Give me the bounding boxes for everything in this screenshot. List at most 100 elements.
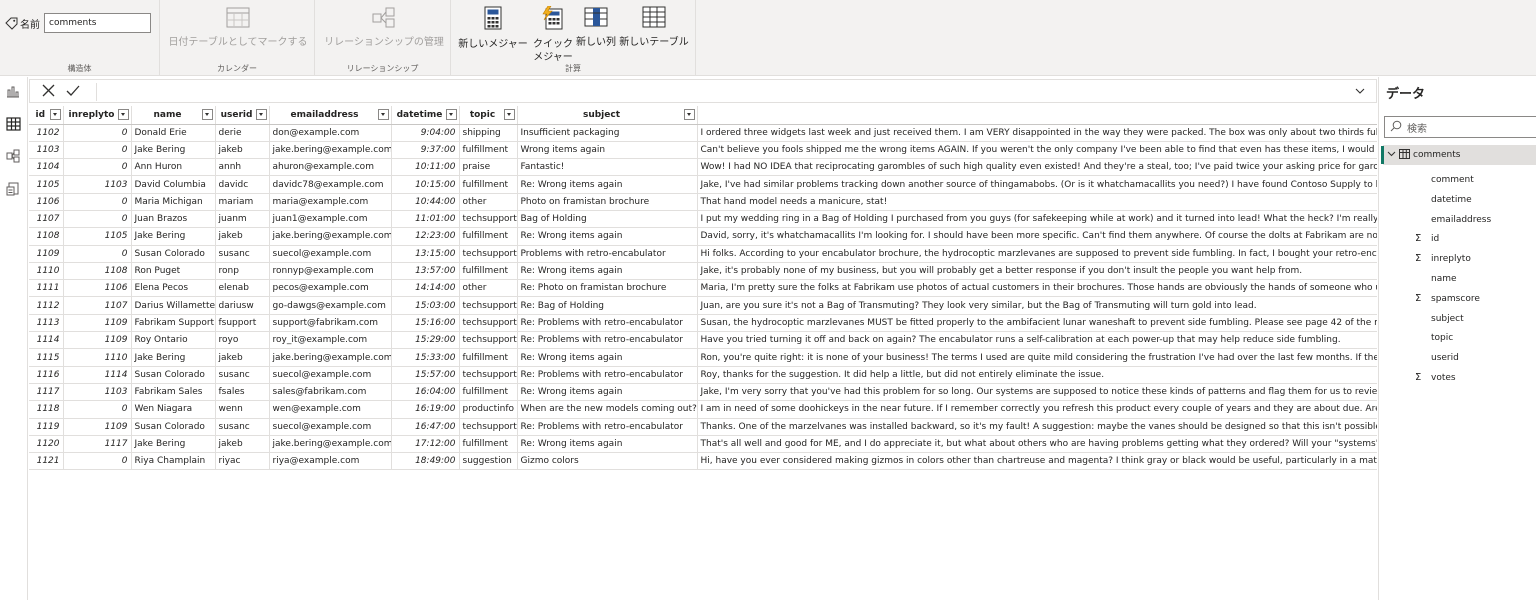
- cell-topic[interactable]: fulfillment: [459, 383, 518, 402]
- cell-userid[interactable]: royo: [215, 331, 270, 350]
- cell-topic[interactable]: suggestion: [459, 452, 518, 471]
- cell-datetime[interactable]: 9:04:00: [391, 124, 460, 142]
- cell-emailaddress[interactable]: suecol@example.com: [269, 245, 392, 263]
- column-header-userid[interactable]: userid: [215, 106, 270, 125]
- cell-subject[interactable]: Insufficient packaging: [517, 124, 698, 142]
- cell-comment[interactable]: I ordered three widgets last week and ju…: [697, 124, 1377, 142]
- cell-subject[interactable]: Wrong items again: [517, 141, 698, 160]
- cell-id[interactable]: 1117: [29, 383, 64, 402]
- cell-comment[interactable]: Susan, the hydrocoptic marzlevanes MUST …: [697, 314, 1377, 333]
- cell-topic[interactable]: praise: [459, 158, 518, 177]
- cell-emailaddress[interactable]: davidc78@example.com: [269, 175, 392, 194]
- cancel-formula-button[interactable]: [39, 83, 57, 101]
- cell-topic[interactable]: fulfillment: [459, 141, 518, 160]
- cell-id[interactable]: 1118: [29, 400, 64, 419]
- model-view-button[interactable]: [3, 147, 23, 167]
- cell-name[interactable]: Donald Erie: [131, 124, 216, 142]
- cell-inreplyto[interactable]: 1109: [63, 331, 132, 350]
- cell-inreplyto[interactable]: 1103: [63, 175, 132, 194]
- table-node-comments[interactable]: comments: [1381, 145, 1536, 165]
- field-item-comment[interactable]: comment: [1431, 175, 1474, 185]
- cell-id[interactable]: 1115: [29, 348, 64, 367]
- cell-subject[interactable]: Problems with retro-encabulator: [517, 245, 698, 263]
- cell-subject[interactable]: Fantastic!: [517, 158, 698, 177]
- cell-userid[interactable]: fsupport: [215, 314, 270, 333]
- cell-name[interactable]: Jake Bering: [131, 141, 216, 160]
- cell-emailaddress[interactable]: jake.bering@example.com: [269, 348, 392, 367]
- cell-subject[interactable]: Re: Wrong items again: [517, 227, 698, 246]
- cell-userid[interactable]: riyac: [215, 452, 270, 471]
- table-row[interactable]: 1104 0 Ann Huron annh ahuron@example.com 10:1…: [29, 158, 1377, 177]
- cell-subject[interactable]: Re: Problems with retro-encabulator: [517, 314, 698, 333]
- cell-topic[interactable]: other: [459, 279, 518, 298]
- cell-id[interactable]: 1114: [29, 331, 64, 350]
- cell-comment[interactable]: Jake, I'm very sorry that you've had thi…: [697, 383, 1377, 402]
- cell-inreplyto[interactable]: 0: [63, 245, 132, 263]
- cell-id[interactable]: 1112: [29, 296, 64, 315]
- cell-name[interactable]: Susan Colorado: [131, 418, 216, 436]
- cell-datetime[interactable]: 10:11:00: [391, 158, 460, 177]
- cell-subject[interactable]: Re: Wrong items again: [517, 435, 698, 454]
- field-search-box[interactable]: 検索: [1384, 116, 1536, 138]
- cell-userid[interactable]: susanc: [215, 366, 270, 384]
- cell-userid[interactable]: jakeb: [215, 227, 270, 246]
- cell-topic[interactable]: other: [459, 193, 518, 211]
- cell-datetime[interactable]: 10:44:00: [391, 193, 460, 211]
- filter-dropdown-icon[interactable]: [255, 109, 267, 120]
- column-header-datetime[interactable]: datetime: [391, 106, 460, 125]
- cell-comment[interactable]: Jake, it's probably none of my business,…: [697, 262, 1377, 281]
- cell-emailaddress[interactable]: pecos@example.com: [269, 279, 392, 298]
- cell-id[interactable]: 1120: [29, 435, 64, 454]
- cell-emailaddress[interactable]: suecol@example.com: [269, 366, 392, 384]
- cell-userid[interactable]: jakeb: [215, 141, 270, 160]
- table-row[interactable]: 1116 1114 Susan Colorado susanc suecol@examp…: [29, 366, 1377, 384]
- cell-id[interactable]: 1110: [29, 262, 64, 281]
- new-column-button[interactable]: 新しい列: [575, 6, 617, 49]
- cell-subject[interactable]: Re: Photo on framistan brochure: [517, 279, 698, 298]
- cell-name[interactable]: Ann Huron: [131, 158, 216, 177]
- cell-topic[interactable]: shipping: [459, 124, 518, 142]
- field-item-topic[interactable]: topic: [1431, 333, 1453, 343]
- cell-userid[interactable]: wenn: [215, 400, 270, 419]
- cell-datetime[interactable]: 13:15:00: [391, 245, 460, 263]
- cell-userid[interactable]: susanc: [215, 245, 270, 263]
- column-header-emailaddress[interactable]: emailaddress: [269, 106, 392, 125]
- cell-datetime[interactable]: 12:23:00: [391, 227, 460, 246]
- cell-emailaddress[interactable]: ahuron@example.com: [269, 158, 392, 177]
- column-header-topic[interactable]: topic: [459, 106, 518, 125]
- expand-formula-button[interactable]: [1354, 85, 1368, 99]
- cell-name[interactable]: Maria Michigan: [131, 193, 216, 211]
- cell-subject[interactable]: Gizmo colors: [517, 452, 698, 471]
- cell-comment[interactable]: Maria, I'm pretty sure the folks at Fabr…: [697, 279, 1377, 298]
- table-view-button[interactable]: [3, 115, 23, 135]
- cell-inreplyto[interactable]: 1117: [63, 435, 132, 454]
- cell-name[interactable]: Fabrikam Support: [131, 314, 216, 333]
- cell-inreplyto[interactable]: 1107: [63, 296, 132, 315]
- field-item-inreplyto[interactable]: inreplyto: [1431, 254, 1471, 264]
- cell-inreplyto[interactable]: 0: [63, 193, 132, 211]
- field-item-votes[interactable]: votes: [1431, 373, 1456, 383]
- cell-id[interactable]: 1111: [29, 279, 64, 298]
- cell-subject[interactable]: Photo on framistan brochure: [517, 193, 698, 211]
- cell-subject[interactable]: Bag of Holding: [517, 210, 698, 229]
- cell-userid[interactable]: ronp: [215, 262, 270, 281]
- table-row[interactable]: 1120 1117 Jake Bering jakeb jake.bering@exam…: [29, 435, 1377, 454]
- new-table-button[interactable]: 新しいテーブル: [617, 6, 691, 49]
- cell-name[interactable]: Jake Bering: [131, 227, 216, 246]
- cell-userid[interactable]: juanm: [215, 210, 270, 229]
- cell-name[interactable]: Elena Pecos: [131, 279, 216, 298]
- cell-userid[interactable]: susanc: [215, 418, 270, 436]
- table-row[interactable]: 1105 1103 David Columbia davidc davidc78@exa…: [29, 175, 1377, 194]
- report-view-button[interactable]: [3, 82, 23, 102]
- cell-subject[interactable]: Re: Problems with retro-encabulator: [517, 418, 698, 436]
- cell-comment[interactable]: Can't believe you fools shipped me the w…: [697, 141, 1377, 160]
- field-item-spamscore[interactable]: spamscore: [1431, 294, 1480, 304]
- cell-subject[interactable]: Re: Wrong items again: [517, 262, 698, 281]
- cell-emailaddress[interactable]: ronnyp@example.com: [269, 262, 392, 281]
- cell-topic[interactable]: techsupport: [459, 418, 518, 436]
- cell-emailaddress[interactable]: go-dawgs@example.com: [269, 296, 392, 315]
- cell-topic[interactable]: fulfillment: [459, 435, 518, 454]
- cell-datetime[interactable]: 11:01:00: [391, 210, 460, 229]
- cell-inreplyto[interactable]: 1106: [63, 279, 132, 298]
- cell-inreplyto[interactable]: 1105: [63, 227, 132, 246]
